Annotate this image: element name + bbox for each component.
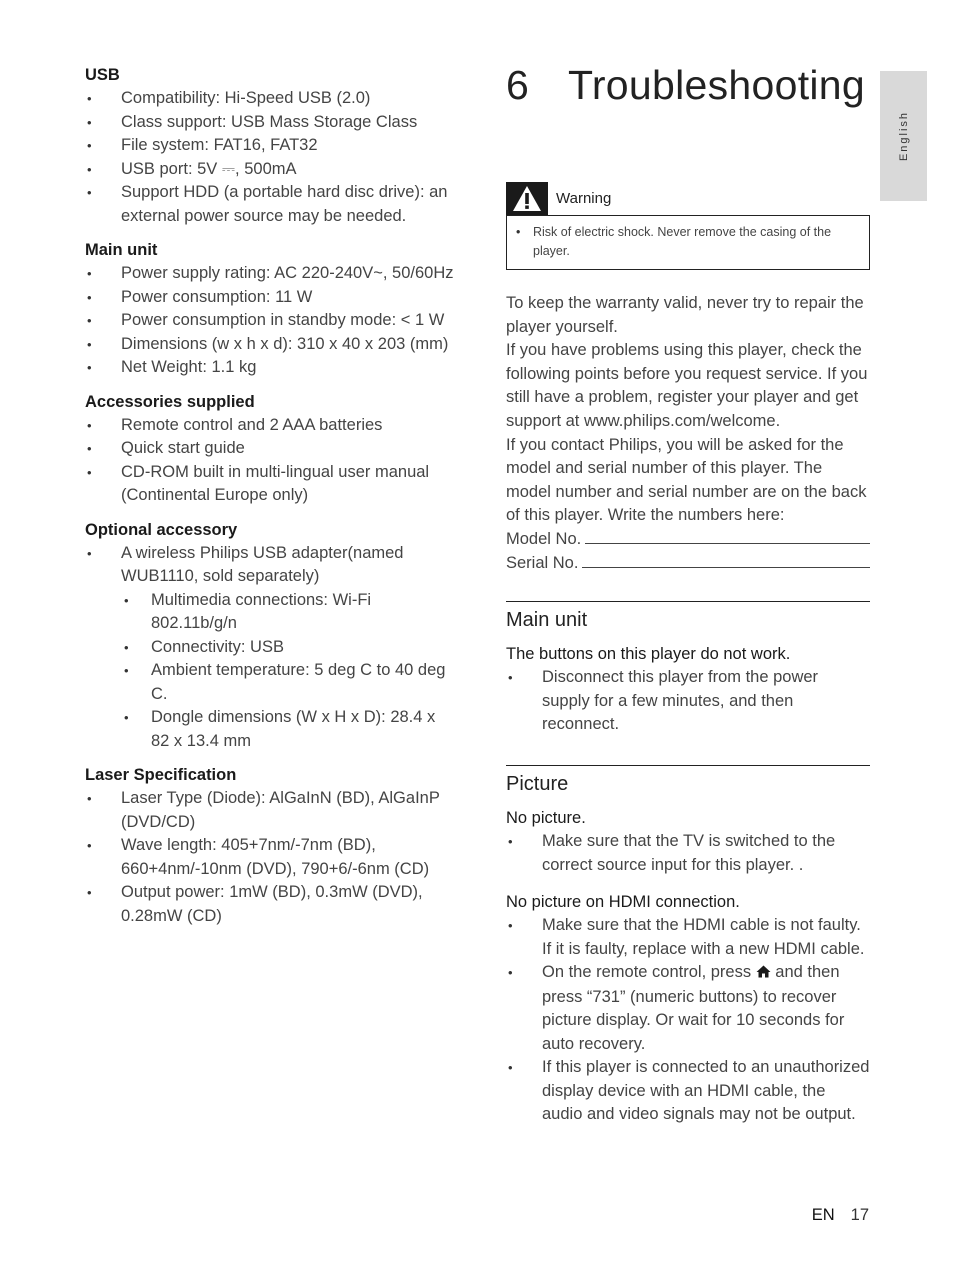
- chapter-number: 6: [506, 62, 530, 108]
- list-item: Power consumption: 11 W: [85, 286, 455, 310]
- section-heading: Optional accessory: [85, 520, 238, 539]
- list-item: USB port: 5V ⎓, 500mA: [85, 158, 455, 182]
- list-item: Power consumption in standby mode: < 1 W: [85, 309, 455, 333]
- home-icon: [756, 962, 771, 986]
- language-tab: English: [880, 71, 927, 201]
- troubleshooting-section-picture: Picture No picture. Make sure that the T…: [506, 765, 870, 1141]
- list-item: Output power: 1mW (BD), 0.3mW (DVD), 0.2…: [85, 881, 455, 928]
- list-item: Remote control and 2 AAA batteries: [85, 414, 455, 438]
- warning-item: Risk of electric shock. Never remove the…: [515, 223, 861, 261]
- list-item: Quick start guide: [85, 437, 455, 461]
- list-item: A wireless Philips USB adapter(named WUB…: [85, 542, 455, 754]
- sub-list-item: Connectivity: USB: [121, 636, 455, 660]
- solution-list: Disconnect this player from the power su…: [506, 666, 870, 737]
- list-item: Net Weight: 1.1 kg: [85, 356, 455, 380]
- solution-item: On the remote control, press and then pr…: [506, 961, 870, 1056]
- intro-paragraph: If you have problems using this player, …: [506, 341, 868, 430]
- solution-item: Make sure that the TV is switched to the…: [506, 830, 870, 877]
- model-number-label: Model No.: [506, 529, 582, 548]
- spec-list: A wireless Philips USB adapter(named WUB…: [85, 542, 455, 754]
- warning-box: Warning Risk of electric shock. Never re…: [506, 182, 870, 270]
- problem-heading: The buttons on this player do not work.: [506, 645, 791, 663]
- list-item: File system: FAT16, FAT32: [85, 134, 455, 158]
- list-item: Dimensions (w x h x d): 310 x 40 x 203 (…: [85, 333, 455, 357]
- model-number-blank: [585, 529, 870, 544]
- chapter-title: 6 Troubleshooting: [506, 62, 865, 109]
- footer-language: EN: [811, 1206, 835, 1224]
- solution-text: On the remote control, press: [542, 963, 752, 981]
- spec-list: Laser Type (Diode): AlGaInN (BD), AlGaIn…: [85, 787, 455, 928]
- list-item-text: A wireless Philips USB adapter(named WUB…: [121, 543, 404, 586]
- page-footer: EN 17: [812, 1206, 869, 1225]
- language-tab-label: English: [897, 110, 910, 162]
- intro-paragraph: To keep the warranty valid, never try to…: [506, 294, 864, 336]
- warning-triangle-icon: [506, 182, 548, 215]
- section-divider: [506, 601, 870, 602]
- spec-section-accessories: Accessories supplied Remote control and …: [85, 391, 455, 508]
- solution-item: Disconnect this player from the power su…: [506, 666, 870, 737]
- chapter-name: Troubleshooting: [568, 62, 866, 108]
- problem-heading: No picture.: [506, 809, 586, 827]
- warning-header: Warning: [506, 182, 870, 215]
- page-number: 17: [850, 1206, 869, 1224]
- spec-list: Power supply rating: AC 220-240V~, 50/60…: [85, 262, 455, 380]
- section-heading: Main unit: [85, 241, 158, 259]
- solution-item: If this player is connected to an unauth…: [506, 1056, 870, 1127]
- specifications-column: USB Compatibility: Hi-Speed USB (2.0) Cl…: [85, 64, 455, 939]
- list-item: CD-ROM built in multi-lingual user manua…: [85, 461, 455, 508]
- warning-content: Risk of electric shock. Never remove the…: [506, 215, 870, 270]
- serial-number-blank: [582, 553, 870, 568]
- section-title: Picture: [506, 773, 569, 795]
- sub-list-item: Dongle dimensions (W x H x D): 28.4 x 82…: [121, 706, 455, 753]
- list-item: Class support: USB Mass Storage Class: [85, 111, 455, 135]
- section-title: Main unit: [506, 609, 588, 631]
- section-heading: Laser Specification: [85, 766, 237, 784]
- solution-list: Make sure that the TV is switched to the…: [506, 830, 870, 877]
- list-item: Power supply rating: AC 220-240V~, 50/60…: [85, 262, 455, 286]
- serial-number-label: Serial No.: [506, 553, 579, 572]
- model-number-row: Model No.: [506, 528, 870, 552]
- spec-section-main-unit: Main unit Power supply rating: AC 220-24…: [85, 239, 455, 380]
- troubleshooting-section-main-unit: Main unit The buttons on this player do …: [506, 601, 870, 751]
- list-item: Compatibility: Hi-Speed USB (2.0): [85, 87, 455, 111]
- intro-paragraph: If you contact Philips, you will be aske…: [506, 435, 867, 525]
- spec-list: Compatibility: Hi-Speed USB (2.0) Class …: [85, 87, 455, 228]
- sub-list-item: Multimedia connections: Wi-Fi 802.11b/g/…: [121, 589, 455, 636]
- spec-section-usb: USB Compatibility: Hi-Speed USB (2.0) Cl…: [85, 64, 455, 228]
- section-heading: USB: [85, 66, 120, 84]
- serial-number-row: Serial No.: [506, 552, 870, 576]
- warning-label: Warning: [556, 190, 612, 207]
- intro-text: To keep the warranty valid, never try to…: [506, 292, 870, 575]
- sub-list-item: Ambient temperature: 5 deg C to 40 deg C…: [121, 659, 455, 706]
- solution-item: Make sure that the HDMI cable is not fau…: [506, 914, 870, 961]
- spec-section-laser: Laser Specification Laser Type (Diode): …: [85, 764, 455, 928]
- list-item: Laser Type (Diode): AlGaInN (BD), AlGaIn…: [85, 787, 455, 834]
- spec-list: Remote control and 2 AAA batteries Quick…: [85, 414, 455, 508]
- section-heading: Accessories supplied: [85, 392, 255, 411]
- problem-heading: No picture on HDMI connection.: [506, 893, 740, 911]
- section-divider: [506, 765, 870, 766]
- list-item: Support HDD (a portable hard disc drive)…: [85, 181, 455, 228]
- list-item: Wave length: 405+7nm/-7nm (BD), 660+4nm/…: [85, 834, 455, 881]
- solution-list: Make sure that the HDMI cable is not fau…: [506, 914, 870, 1127]
- sub-list: Multimedia connections: Wi-Fi 802.11b/g/…: [121, 589, 455, 754]
- spec-section-optional-accessory: Optional accessory A wireless Philips US…: [85, 519, 455, 754]
